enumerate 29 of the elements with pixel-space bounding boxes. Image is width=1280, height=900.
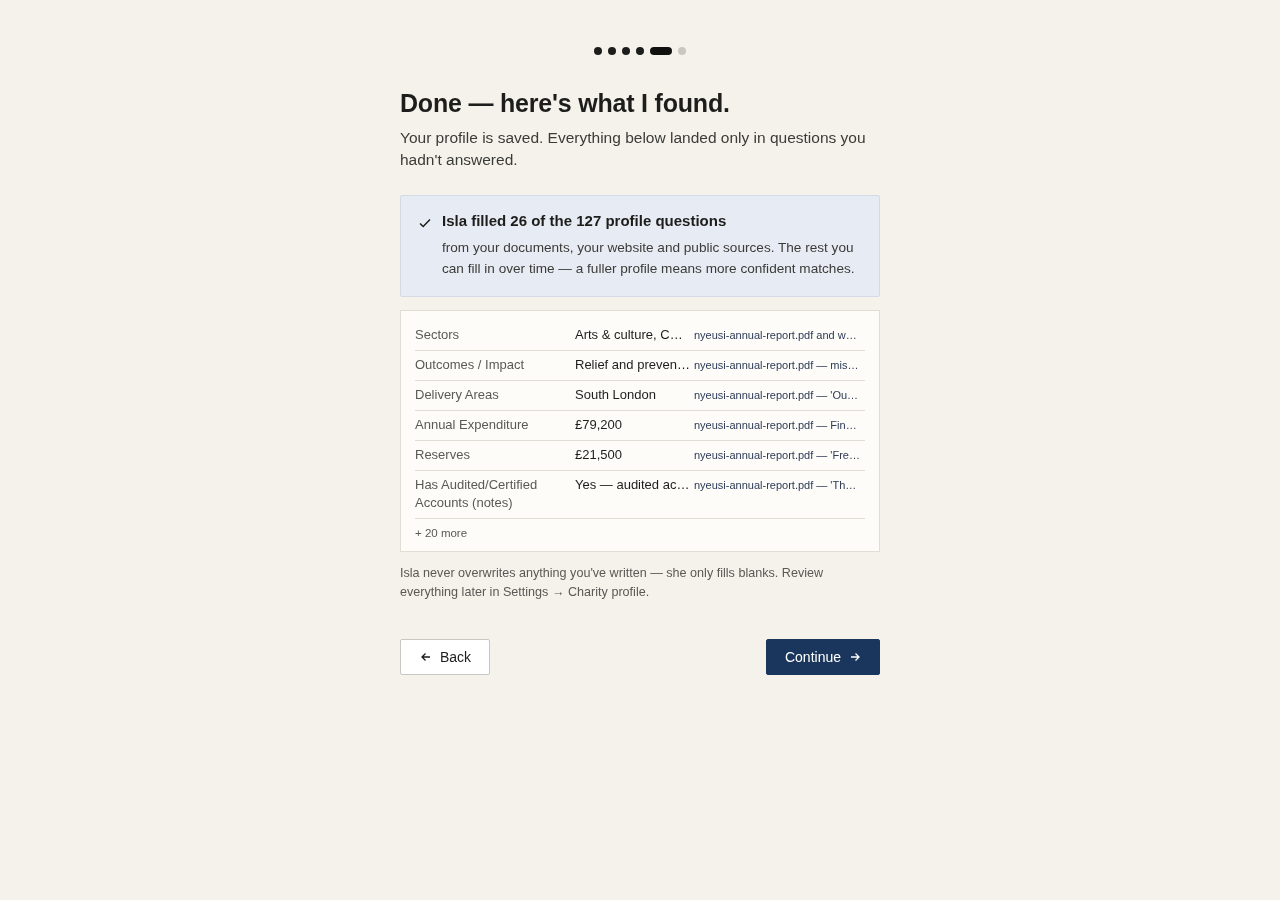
- field-value: Relief and preven…: [575, 356, 691, 374]
- checkmark-icon: [418, 216, 432, 230]
- field-source: nyeusi-annual-report.pdf — 'Fre…: [694, 448, 861, 463]
- summary-text: from your documents, your website and public sources. The rest you can fill in over time — a fuller profile means more confident matches.: [442, 239, 856, 278]
- field-label: Delivery Areas: [415, 386, 500, 404]
- more-count: + 20 more: [415, 526, 469, 539]
- field-source: nyeusi-annual-report.pdf — mis…: [694, 358, 860, 373]
- field-value: South London: [575, 386, 657, 404]
- field-value: £21,500: [575, 446, 623, 464]
- back-button[interactable]: Back: [400, 639, 491, 675]
- field-source: nyeusi-annual-report.pdf and w…: [694, 328, 858, 343]
- left-arrow-icon: [420, 651, 432, 663]
- field-value: £79,200: [575, 416, 623, 434]
- field-source: nyeusi-annual-report.pdf — Fin…: [694, 418, 858, 433]
- summary-heading: Isla filled 26 of the 127 profile questions: [442, 212, 728, 229]
- field-label: Annual Expenditure: [415, 416, 530, 434]
- field-label: Has Audited/Certified Accounts (notes): [415, 476, 539, 512]
- field-value: Arts & culture, C…: [575, 326, 684, 344]
- field-source: nyeusi-annual-report.pdf — 'Th…: [694, 478, 858, 493]
- note-text: Isla never overwrites anything you've written — she only fills blanks. Review everything later in Settings → Charity profile.: [400, 565, 825, 601]
- field-label: Reserves: [415, 446, 471, 464]
- field-value: Yes — audited ac…: [575, 476, 691, 494]
- continue-button[interactable]: Continue: [765, 639, 880, 675]
- field-label: Sectors: [415, 326, 461, 344]
- field-source: nyeusi-annual-report.pdf — 'Ou…: [694, 388, 860, 403]
- field-label: Outcomes / Impact: [415, 356, 526, 374]
- page-title: Done — here's what I found.: [400, 89, 731, 118]
- subtitle-text: Your profile is saved. Everything below landed only in questions you hadn't answered.: [400, 128, 867, 170]
- right-arrow-icon: [849, 651, 861, 663]
